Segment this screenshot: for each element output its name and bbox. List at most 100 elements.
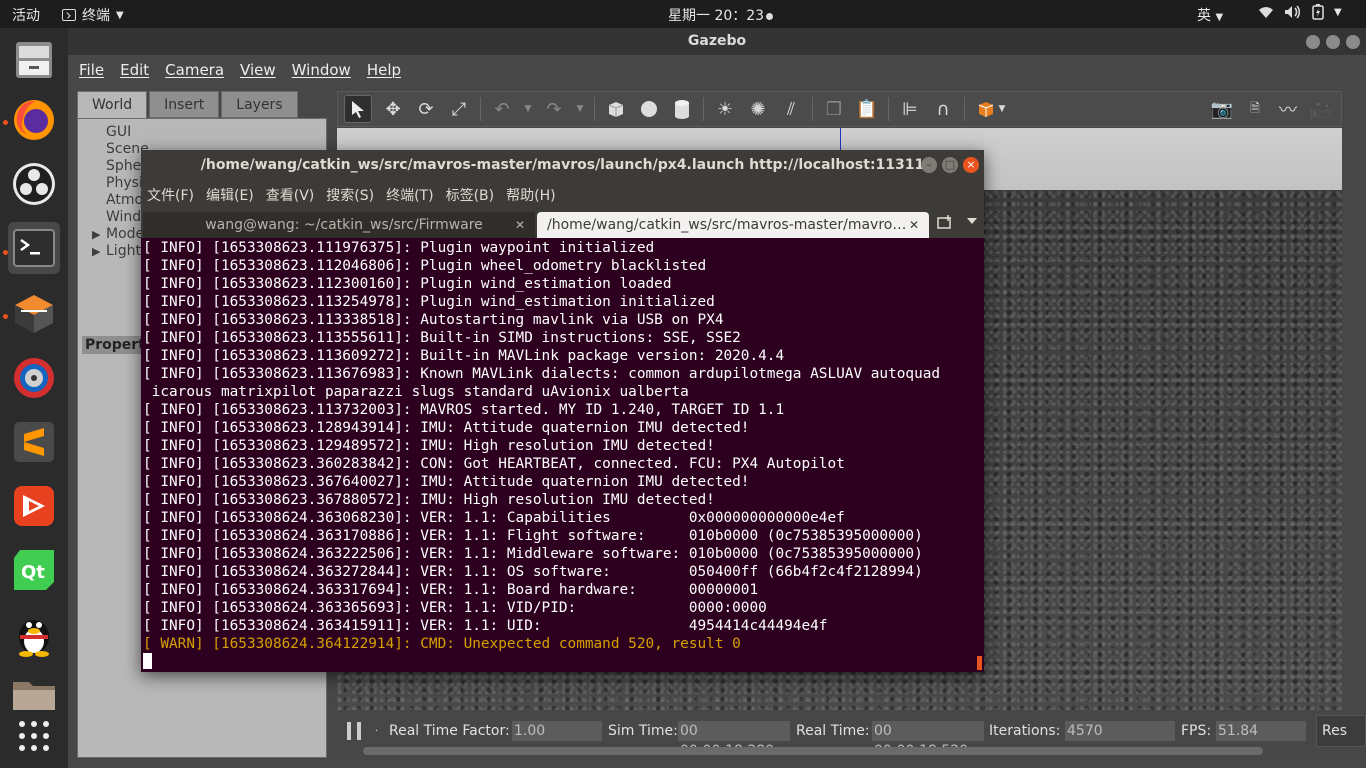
spot-light-icon: ✺	[750, 98, 766, 120]
insert-sphere-button[interactable]	[637, 97, 661, 121]
chevron-down-icon: ▼	[116, 9, 124, 21]
tab-insert[interactable]: Insert	[149, 91, 220, 118]
box-shape-icon	[608, 102, 624, 117]
tab-list-dropdown-icon[interactable]	[967, 218, 977, 224]
view-angle-dropdown[interactable]: ▼	[997, 97, 1007, 121]
close-tab-icon[interactable]: ✕	[515, 212, 525, 238]
translate-mode-button[interactable]: ✥	[381, 97, 405, 121]
fps-label: FPS:	[1181, 723, 1212, 739]
log-line: [ INFO] [1653308623.113254978]: Plugin w…	[143, 294, 715, 310]
menu-camera[interactable]: Camera	[165, 61, 224, 79]
terminal-tab-label: wang@wang: ~/catkin_ws/src/Firmware	[205, 217, 483, 233]
terminal-minimize-button[interactable]: –	[921, 157, 937, 173]
dock-qq[interactable]	[8, 608, 60, 660]
insert-cylinder-button[interactable]	[670, 97, 694, 121]
dock-firefox[interactable]	[8, 94, 60, 146]
terminal-tab-label: /home/wang/catkin_ws/src/mavros-master/m…	[547, 217, 907, 233]
dock-qt-creator[interactable]: Qt	[8, 544, 60, 596]
log-button[interactable]: 🗎	[1243, 97, 1267, 121]
reset-time-button[interactable]: Res	[1316, 715, 1366, 747]
video-camera-icon: 🎥	[1309, 98, 1333, 120]
snap-button[interactable]: ∩	[931, 97, 955, 121]
terminal-menu-file[interactable]: 文件(F)	[147, 185, 194, 205]
tab-layers[interactable]: Layers	[221, 91, 298, 118]
terminal-tab-mavros[interactable]: /home/wang/catkin_ws/src/mavros-master/m…	[537, 212, 929, 238]
step-indicator[interactable]: .	[375, 723, 378, 734]
spot-light-button[interactable]: ✺	[746, 97, 770, 121]
file-cabinet-icon	[16, 42, 52, 78]
directional-light-button[interactable]: ⫽	[779, 97, 803, 121]
sun-icon: ☀	[716, 98, 734, 120]
input-method-indicator[interactable]: 英 ▼	[1197, 5, 1223, 25]
screenshot-button[interactable]: 📷	[1210, 97, 1234, 121]
select-mode-button[interactable]	[344, 95, 372, 123]
copy-button[interactable]: ❐	[822, 97, 846, 121]
terminal-menu-view[interactable]: 查看(V)	[266, 185, 315, 205]
terminal-maximize-button[interactable]: □	[942, 157, 958, 173]
tab-world[interactable]: World	[77, 91, 148, 118]
terminal-menu-tabs[interactable]: 标签(B)	[446, 185, 495, 205]
pause-icon[interactable]	[347, 722, 361, 740]
terminal-tab-firmware[interactable]: wang@wang: ~/catkin_ws/src/Firmware ✕	[143, 212, 535, 238]
tree-item-lights-label: Light	[106, 243, 141, 259]
scale-mode-button[interactable]: ⤢	[447, 97, 471, 121]
new-tab-button[interactable]	[937, 214, 955, 232]
maximize-button[interactable]	[1326, 35, 1340, 49]
paste-button[interactable]: 📋	[855, 97, 879, 121]
dock-files[interactable]	[8, 34, 60, 86]
terminal-icon	[62, 9, 76, 21]
copy-icon: ❐	[825, 98, 843, 120]
plot-button[interactable]: 〰	[1276, 97, 1300, 121]
dock-terminal[interactable]	[8, 222, 60, 274]
properties-header: Propert	[82, 336, 148, 354]
show-applications-button[interactable]	[8, 710, 60, 762]
clock-label: 星期一 20：23	[668, 8, 765, 24]
media-disc-icon	[14, 358, 54, 398]
insert-box-button[interactable]	[604, 97, 628, 121]
clock[interactable]: 星期一 20：23	[668, 5, 774, 25]
redo-button[interactable]: ↷	[542, 97, 566, 121]
terminal-menu-help[interactable]: 帮助(H)	[506, 185, 555, 205]
terminal-scrollbar[interactable]	[977, 656, 982, 670]
terminal-menu-edit[interactable]: 编辑(E)	[206, 185, 254, 205]
menu-help[interactable]: Help	[367, 61, 401, 79]
rotate-mode-button[interactable]: ⟳	[414, 97, 438, 121]
horizontal-scrollbar[interactable]	[363, 747, 1263, 755]
chevron-down-icon: ▼	[524, 104, 532, 114]
tree-item-gui[interactable]: GUI	[106, 124, 149, 141]
menu-edit[interactable]: Edit	[120, 61, 149, 79]
terminal-menu-search[interactable]: 搜索(S)	[326, 185, 374, 205]
align-button[interactable]: ⊫	[898, 97, 922, 121]
expand-arrow-icon[interactable]: ▶	[92, 226, 100, 243]
point-light-button[interactable]: ☀	[713, 97, 737, 121]
menu-file[interactable]: File	[79, 61, 104, 79]
log-line: [ INFO] [1653308623.367880572]: IMU: Hig…	[143, 492, 715, 508]
dock-media-player[interactable]	[8, 352, 60, 404]
terminal-close-button[interactable]: ×	[963, 157, 979, 173]
dock-presentation[interactable]	[8, 480, 60, 532]
menu-window[interactable]: Window	[292, 61, 351, 79]
app-menu[interactable]: 终端 ▼	[62, 5, 124, 25]
terminal-output[interactable]: [ INFO] [1653308623.111976375]: Plugin w…	[143, 239, 973, 669]
undo-button[interactable]: ↶	[490, 97, 514, 121]
toolbar-separator	[480, 97, 481, 121]
menu-view[interactable]: View	[240, 61, 276, 79]
system-tray[interactable]: ▼	[1258, 4, 1342, 20]
chevron-down-icon: ▼	[1334, 6, 1342, 18]
redo-history-dropdown[interactable]: ▼	[575, 97, 585, 121]
terminal-title-bar[interactable]: /home/wang/catkin_ws/src/mavros-master/m…	[141, 150, 984, 180]
minimize-button[interactable]	[1306, 35, 1320, 49]
activities-button[interactable]: 活动	[12, 5, 40, 25]
terminal-menu-terminal[interactable]: 终端(T)	[386, 185, 433, 205]
view-angle-button[interactable]	[974, 97, 998, 121]
dock-software[interactable]	[8, 288, 60, 340]
expand-arrow-icon[interactable]: ▶	[92, 243, 100, 260]
close-tab-icon[interactable]: ✕	[909, 212, 919, 238]
undo-icon: ↶	[494, 98, 510, 120]
record-video-button[interactable]: 🎥	[1309, 97, 1333, 121]
dock-sublime-text[interactable]	[8, 416, 60, 468]
dock-obs[interactable]	[8, 158, 60, 210]
close-button[interactable]	[1346, 35, 1360, 49]
undo-history-dropdown[interactable]: ▼	[523, 97, 533, 121]
scale-icon: ⤢	[451, 98, 467, 120]
